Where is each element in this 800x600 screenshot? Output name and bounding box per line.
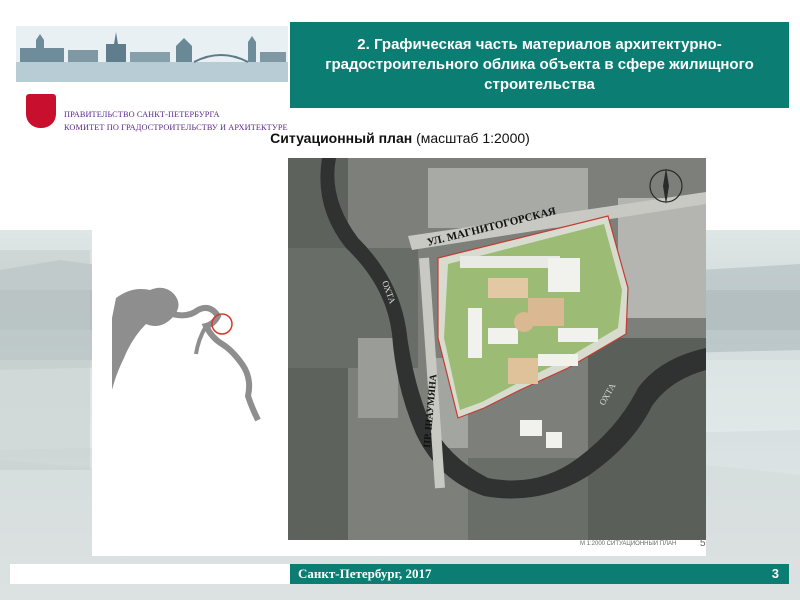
plan-scale: (масштаб 1:2000)	[416, 130, 530, 146]
footer-city-year: Санкт-Петербург, 2017	[298, 566, 432, 581]
map-page-number: 5	[700, 538, 706, 549]
plan-subtitle-text: Ситуационный план	[270, 130, 413, 146]
footer-bar: Санкт-Петербург, 2017 3	[290, 564, 789, 584]
map-caption: М 1:2000 СИТУАЦИОННЫЙ ПЛАН	[580, 541, 677, 547]
gov-line-1: ПРАВИТЕЛЬСТВО САНКТ-ПЕТЕРБУРГА	[64, 110, 220, 119]
site-plan-map: УЛ. МАГНИТОГОРСКАЯ ПР. ШАУМЯНА ОХТА ОХТА	[288, 158, 706, 540]
coat-of-arms-icon	[26, 94, 56, 128]
slide-title-box: 2. Графическая часть материалов архитект…	[290, 22, 789, 108]
header-logo-area: ПРАВИТЕЛЬСТВО САНКТ-ПЕТЕРБУРГА КОМИТЕТ П…	[10, 22, 288, 132]
city-skyline-illustration	[16, 26, 288, 82]
slide-title: 2. Графическая часть материалов архитект…	[325, 36, 754, 93]
locator-map	[112, 287, 261, 422]
footer-spacer	[10, 564, 290, 584]
slide-number: 3	[771, 566, 779, 581]
plan-subtitle: Ситуационный план (масштаб 1:2000)	[0, 130, 800, 146]
